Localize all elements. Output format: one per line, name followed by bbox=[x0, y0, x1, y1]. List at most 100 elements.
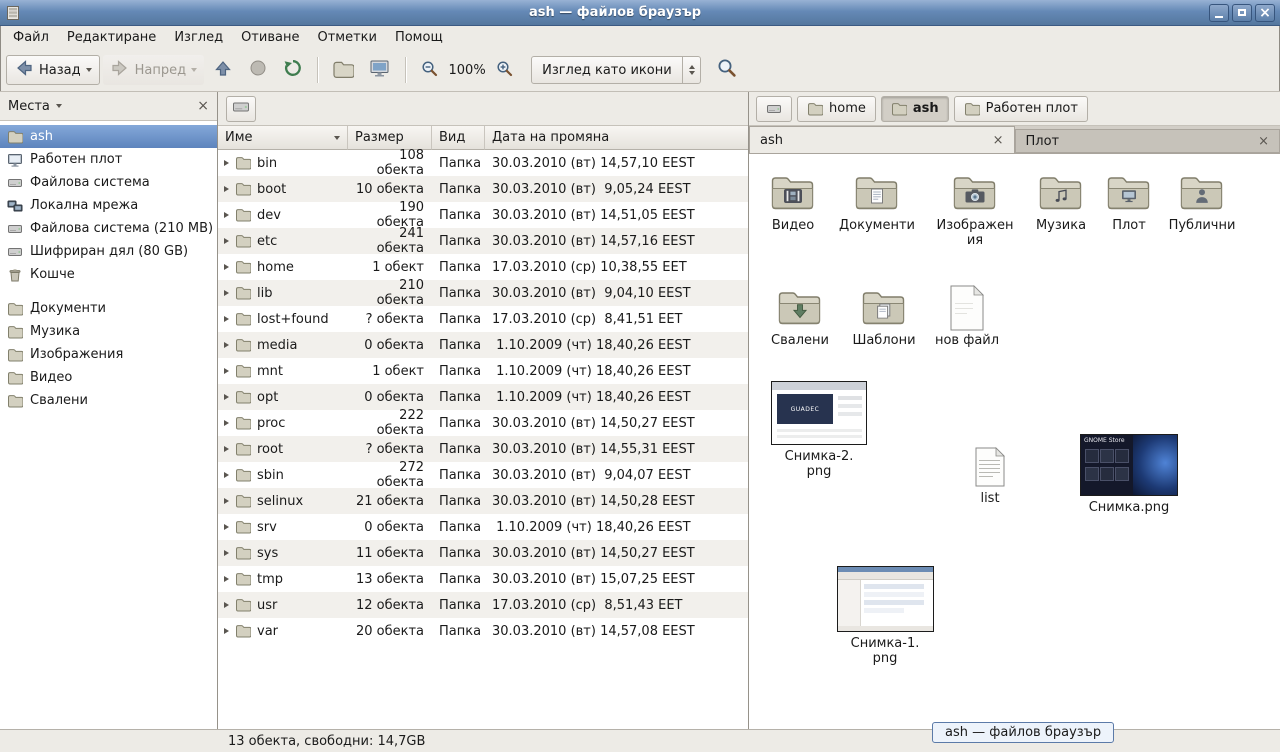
view-mode-select[interactable]: Изглед като икони bbox=[531, 56, 701, 84]
breadcrumb-filesystem[interactable] bbox=[756, 96, 792, 122]
file-row-lib[interactable]: lib210 обектаПапка30.03.2010 (вт) 9,04,1… bbox=[218, 280, 748, 306]
icon-item-Публични[interactable]: Публични bbox=[1160, 172, 1244, 233]
file-row-usr[interactable]: usr12 обектаПапка17.03.2010 (ср) 8,51,43… bbox=[218, 592, 748, 618]
computer-button[interactable] bbox=[363, 55, 397, 85]
icon-item-Документи[interactable]: Документи bbox=[835, 172, 919, 233]
column-header-Име[interactable]: Име bbox=[218, 126, 348, 150]
expander-icon[interactable] bbox=[224, 498, 229, 504]
file-row-selinux[interactable]: selinux21 обектаПапка30.03.2010 (вт) 14,… bbox=[218, 488, 748, 514]
file-row-tmp[interactable]: tmp13 обектаПапка30.03.2010 (вт) 15,07,2… bbox=[218, 566, 748, 592]
stop-button[interactable] bbox=[242, 55, 274, 85]
file-row-proc[interactable]: proc222 обектаПапка30.03.2010 (вт) 14,50… bbox=[218, 410, 748, 436]
icon-item-Плот[interactable]: Плот bbox=[1087, 172, 1171, 233]
home-button[interactable] bbox=[326, 55, 360, 85]
column-header-Размер[interactable]: Размер bbox=[348, 126, 432, 150]
tab-close-icon[interactable]: × bbox=[1258, 135, 1269, 148]
file-row-root[interactable]: root? обектаПапка30.03.2010 (вт) 14,55,3… bbox=[218, 436, 748, 462]
reload-button[interactable] bbox=[277, 55, 309, 85]
menu-item-Отиване[interactable]: Отиване bbox=[232, 27, 308, 48]
zoom-in-button[interactable] bbox=[489, 55, 520, 85]
file-row-media[interactable]: media0 обектаПапка 1.10.2009 (чт) 18,40,… bbox=[218, 332, 748, 358]
file-row-dev[interactable]: dev190 обектаПапка30.03.2010 (вт) 14,51,… bbox=[218, 202, 748, 228]
file-row-mnt[interactable]: mnt1 обектПапка 1.10.2009 (чт) 18,40,26 … bbox=[218, 358, 748, 384]
close-button[interactable]: × bbox=[1255, 4, 1275, 22]
expander-icon[interactable] bbox=[224, 342, 229, 348]
menu-item-Помощ[interactable]: Помощ bbox=[386, 27, 452, 48]
file-row-bin[interactable]: bin108 обектаПапка30.03.2010 (вт) 14,57,… bbox=[218, 150, 748, 176]
file-row-sys[interactable]: sys11 обектаПапка30.03.2010 (вт) 14,50,2… bbox=[218, 540, 748, 566]
expander-icon[interactable] bbox=[224, 394, 229, 400]
sidebar-item-Изображения[interactable]: Изображения bbox=[0, 343, 217, 366]
sidebar-item-Работен плот[interactable]: Работен плот bbox=[0, 148, 217, 171]
sidebar-item-Шифриран дял (80 GB)[interactable]: Шифриран дял (80 GB) bbox=[0, 240, 217, 263]
sidebar-item-Файлова система (210 MB)[interactable]: Файлова система (210 MB) bbox=[0, 217, 217, 240]
icon-item-list[interactable]: list bbox=[948, 447, 1032, 506]
menu-item-Файл[interactable]: Файл bbox=[4, 27, 58, 48]
expander-icon[interactable] bbox=[224, 368, 229, 374]
expander-icon[interactable] bbox=[224, 186, 229, 192]
menu-item-Изглед[interactable]: Изглед bbox=[165, 27, 232, 48]
icon-item-Снимка-2.png[interactable]: GUADEC Снимка-2.png bbox=[769, 381, 869, 480]
breadcrumb-ash[interactable]: ash bbox=[881, 96, 949, 122]
column-header-Дата на промяна[interactable]: Дата на промяна bbox=[485, 126, 748, 150]
expander-icon[interactable] bbox=[224, 290, 229, 296]
icon-item-Свалени[interactable]: Свалени bbox=[758, 287, 842, 348]
expander-icon[interactable] bbox=[224, 160, 229, 166]
expander-icon[interactable] bbox=[224, 628, 229, 634]
tab-Плот[interactable]: Плот× bbox=[1015, 129, 1280, 153]
sidebar-item-Кошче[interactable]: Кошче bbox=[0, 263, 217, 286]
icon-item-Изображения[interactable]: Изображения bbox=[933, 172, 1017, 249]
forward-history-arrow-icon bbox=[191, 68, 197, 72]
expander-icon[interactable] bbox=[224, 420, 229, 426]
sidebar-dropdown-icon[interactable] bbox=[56, 104, 62, 108]
back-button[interactable]: Назад bbox=[6, 55, 100, 85]
icon-item-Шаблони[interactable]: Шаблони bbox=[842, 287, 926, 348]
expander-icon[interactable] bbox=[224, 576, 229, 582]
icon-item-Снимка-1.png[interactable]: Снимка-1.png bbox=[835, 566, 935, 667]
menu-item-Редактиране[interactable]: Редактиране bbox=[58, 27, 165, 48]
icon-item-нов файл[interactable]: нов файл bbox=[925, 287, 1009, 348]
sidebar-item-Музика[interactable]: Музика bbox=[0, 320, 217, 343]
expander-icon[interactable] bbox=[224, 550, 229, 556]
file-row-lost+found[interactable]: lost+found? обектаПапка17.03.2010 (ср) 8… bbox=[218, 306, 748, 332]
expander-icon[interactable] bbox=[224, 316, 229, 322]
minimize-button[interactable] bbox=[1209, 4, 1229, 22]
sidebar-item-Свалени[interactable]: Свалени bbox=[0, 389, 217, 412]
file-row-boot[interactable]: boot10 обектаПапка30.03.2010 (вт) 9,05,2… bbox=[218, 176, 748, 202]
expander-icon[interactable] bbox=[224, 238, 229, 244]
up-button[interactable] bbox=[207, 55, 239, 85]
file-row-srv[interactable]: srv0 обектаПапка 1.10.2009 (чт) 18,40,26… bbox=[218, 514, 748, 540]
breadcrumb-home[interactable]: home bbox=[797, 96, 876, 122]
search-button[interactable] bbox=[710, 55, 744, 85]
trash-icon bbox=[7, 267, 23, 283]
file-row-opt[interactable]: opt0 обектаПапка 1.10.2009 (чт) 18,40,26… bbox=[218, 384, 748, 410]
file-row-var[interactable]: var20 обектаПапка30.03.2010 (вт) 14,57,0… bbox=[218, 618, 748, 644]
sidebar-item-ash[interactable]: ash bbox=[0, 125, 217, 148]
file-row-home[interactable]: home1 обектПапка17.03.2010 (ср) 10,38,55… bbox=[218, 254, 748, 280]
menu-item-Отметки[interactable]: Отметки bbox=[308, 27, 385, 48]
tab-close-icon[interactable]: × bbox=[993, 134, 1004, 147]
icon-item-Снимка.png[interactable]: GNOME StoreСнимка.png bbox=[1074, 434, 1184, 515]
expander-icon[interactable] bbox=[224, 446, 229, 452]
sidebar-item-Видео[interactable]: Видео bbox=[0, 366, 217, 389]
column-header-Вид[interactable]: Вид bbox=[432, 126, 485, 150]
zoom-out-button[interactable] bbox=[414, 55, 445, 85]
expander-icon[interactable] bbox=[224, 472, 229, 478]
expander-icon[interactable] bbox=[224, 264, 229, 270]
breadcrumb-Работен плот[interactable]: Работен плот bbox=[954, 96, 1088, 122]
file-row-sbin[interactable]: sbin272 обектаПапка30.03.2010 (вт) 9,04,… bbox=[218, 462, 748, 488]
maximize-button[interactable] bbox=[1232, 4, 1252, 22]
sidebar-close-button[interactable]: × bbox=[197, 98, 209, 114]
tab-ash[interactable]: ash× bbox=[749, 126, 1015, 153]
expander-icon[interactable] bbox=[224, 602, 229, 608]
expander-icon[interactable] bbox=[224, 212, 229, 218]
sidebar-item-Локална мрежа[interactable]: Локална мрежа bbox=[0, 194, 217, 217]
forward-button[interactable]: Напред bbox=[103, 55, 204, 85]
sidebar-item-Файлова система[interactable]: Файлова система bbox=[0, 171, 217, 194]
sidebar-item-Документи[interactable]: Документи bbox=[0, 297, 217, 320]
expander-icon[interactable] bbox=[224, 524, 229, 530]
filesystem-location-button[interactable] bbox=[226, 96, 256, 122]
icon-item-Видео[interactable]: Видео bbox=[751, 172, 835, 233]
sidebar-title[interactable]: Места bbox=[8, 99, 50, 114]
file-row-etc[interactable]: etc241 обектаПапка30.03.2010 (вт) 14,57,… bbox=[218, 228, 748, 254]
